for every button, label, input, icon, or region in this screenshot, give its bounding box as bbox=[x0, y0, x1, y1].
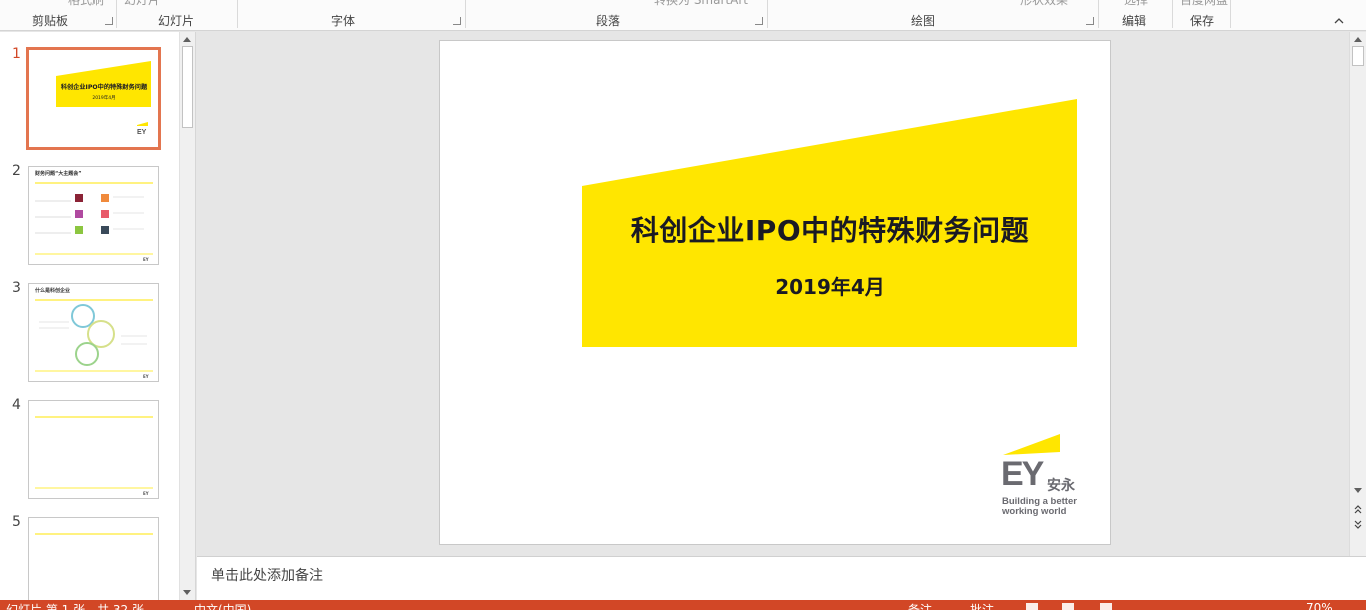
ey-logo-chinese: 安永 bbox=[1047, 478, 1075, 494]
svg-text:EY: EY bbox=[143, 491, 149, 496]
divider bbox=[465, 0, 466, 28]
thumbnail-number: 3 bbox=[12, 280, 21, 296]
next-slide-icon[interactable] bbox=[1354, 520, 1362, 531]
group-drawing: 绘图 bbox=[911, 14, 936, 28]
paragraph-launcher-icon[interactable] bbox=[755, 17, 763, 25]
scroll-up-icon[interactable] bbox=[1354, 37, 1362, 42]
slide-counter: 幻灯片 第 1 张，共 32 张 bbox=[6, 603, 144, 610]
normal-view-icon[interactable] bbox=[1026, 603, 1038, 610]
slide-editor: 科创企业IPO中的特殊财务问题 2019年4月 EY 安永 Building a… bbox=[197, 32, 1349, 556]
thumbnail-title: 科创企业IPO中的特殊财务问题 bbox=[60, 84, 148, 91]
svg-text:EY: EY bbox=[137, 129, 147, 136]
convert-smartart-button[interactable]: 转换为 SmartArt bbox=[654, 0, 748, 8]
collapse-ribbon-icon[interactable] bbox=[1334, 14, 1344, 27]
slide-thumbnail-1[interactable]: EY 科创企业IPO中的特殊财务问题 2019年4月 bbox=[26, 47, 161, 150]
notes-pane[interactable]: 单击此处添加备注 bbox=[197, 556, 1366, 600]
thumbnail-number: 2 bbox=[12, 163, 21, 179]
clipboard-launcher-icon[interactable] bbox=[105, 17, 113, 25]
editor-scrollbar[interactable] bbox=[1349, 32, 1366, 556]
thumbnail-diagram: EY bbox=[35, 182, 153, 262]
slide-sorter-icon[interactable] bbox=[1062, 603, 1074, 610]
group-font: 字体 bbox=[331, 14, 356, 28]
thumbnail-number: 1 bbox=[12, 46, 21, 62]
group-clipboard: 剪贴板 bbox=[32, 14, 69, 28]
zoom-level[interactable]: 70% bbox=[1306, 601, 1333, 610]
select-button[interactable]: 选择 bbox=[1124, 0, 1148, 8]
shape-effects-button[interactable]: 形状效果 bbox=[1020, 0, 1068, 8]
divider bbox=[1172, 0, 1173, 28]
svg-text:EY: EY bbox=[143, 374, 149, 379]
group-slides: 幻灯片 bbox=[158, 14, 195, 28]
scrollbar-thumb[interactable] bbox=[182, 46, 193, 128]
scroll-down-icon[interactable] bbox=[1354, 488, 1362, 493]
slide-thumbnail-5[interactable] bbox=[28, 517, 159, 600]
thumbnail-diagram: EY bbox=[35, 299, 153, 379]
language-indicator[interactable]: 中文(中国) bbox=[194, 601, 251, 610]
reading-view-icon[interactable] bbox=[1100, 603, 1112, 610]
format-painter-button[interactable]: 格式刷 bbox=[68, 0, 104, 8]
baidu-netdisk-button[interactable]: 百度网盘 bbox=[1180, 0, 1228, 8]
thumbnail-blank-layout bbox=[35, 533, 153, 535]
scroll-down-icon[interactable] bbox=[183, 590, 191, 595]
slide-date[interactable]: 2019年4月 bbox=[582, 271, 1078, 300]
thumbnails-scrollbar[interactable] bbox=[179, 32, 195, 600]
notes-toggle-button[interactable]: 备注 bbox=[908, 601, 932, 610]
scrollbar-thumb[interactable] bbox=[1352, 46, 1364, 66]
slide-title[interactable]: 科创企业IPO中的特殊财务问题 bbox=[582, 209, 1078, 249]
slide-thumbnail-4[interactable]: EY bbox=[28, 400, 159, 499]
notes-placeholder[interactable]: 单击此处添加备注 bbox=[211, 565, 323, 585]
divider bbox=[1230, 0, 1231, 28]
thumbnail-number: 4 bbox=[12, 397, 21, 413]
font-launcher-icon[interactable] bbox=[453, 17, 461, 25]
divider bbox=[116, 0, 117, 28]
divider bbox=[1098, 0, 1099, 28]
divider bbox=[767, 0, 768, 28]
comments-toggle-button[interactable]: 批注 bbox=[970, 601, 994, 610]
scroll-up-icon[interactable] bbox=[183, 37, 191, 42]
ribbon: 格式刷 幻灯片 转换为 SmartArt 形状效果 选择 百度网盘 剪贴板 幻灯… bbox=[0, 0, 1366, 31]
current-slide[interactable]: 科创企业IPO中的特殊财务问题 2019年4月 EY 安永 Building a… bbox=[439, 40, 1111, 545]
new-slide-button[interactable]: 幻灯片 bbox=[124, 0, 160, 8]
slide-thumbnails-pane: 1 EY 科创企业IPO中的特殊财务问题 2019年4月 2 财务问题“大主题会… bbox=[0, 32, 196, 600]
slide-thumbnail-3[interactable]: 什么是科创企业 EY bbox=[28, 283, 159, 382]
group-save: 保存 bbox=[1190, 14, 1215, 28]
divider bbox=[237, 0, 238, 28]
thumbnail-blank-layout: EY bbox=[35, 416, 153, 496]
ey-tagline: Building a better working world bbox=[1002, 497, 1077, 517]
drawing-launcher-icon[interactable] bbox=[1086, 17, 1094, 25]
ey-logo-beam bbox=[1003, 434, 1060, 455]
thumbnail-subtitle: 2019年4月 bbox=[92, 96, 116, 101]
ey-tagline-line2: working world bbox=[1002, 506, 1067, 517]
group-paragraph: 段落 bbox=[596, 14, 621, 28]
group-editing: 编辑 bbox=[1122, 14, 1147, 28]
previous-slide-icon[interactable] bbox=[1354, 504, 1362, 515]
status-bar: 幻灯片 第 1 张，共 32 张 中文(中国) 备注 批注 70% bbox=[0, 600, 1366, 610]
thumbnail-number: 5 bbox=[12, 514, 21, 530]
svg-text:EY: EY bbox=[143, 257, 149, 262]
slide-thumbnail-2[interactable]: 财务问题“大主题会” EY bbox=[28, 166, 159, 265]
ey-logo: EY bbox=[1001, 455, 1044, 493]
